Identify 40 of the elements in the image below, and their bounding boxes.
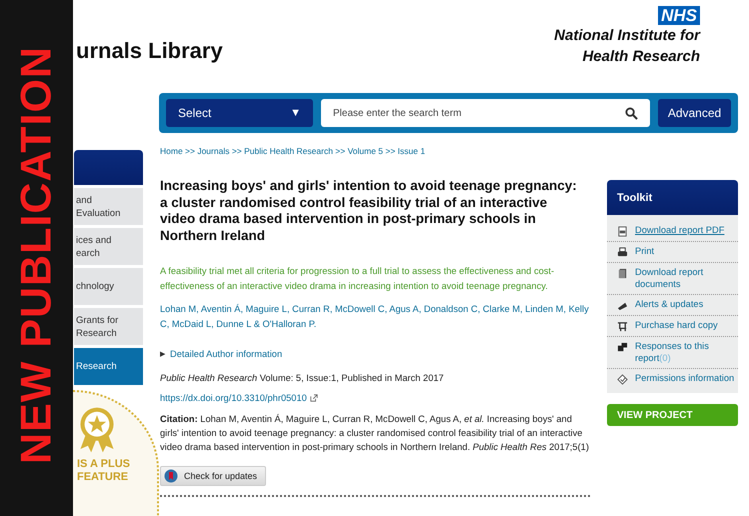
banner-text: NEW PUBLICATION bbox=[12, 46, 62, 464]
toolkit-link[interactable]: Purchase hard copy bbox=[635, 320, 718, 332]
document-icon bbox=[617, 268, 628, 279]
toolkit-link[interactable]: Alerts & updates bbox=[635, 299, 704, 310]
pdf-icon bbox=[617, 226, 628, 237]
article-title: Increasing boys' and girls' intention to avoid teenage pregnancy: a cluster randomised control feasibility trial of an interactive video drama based intervention in post-primary schools in Northern Ireland bbox=[160, 178, 578, 244]
organisation-name: National Institute for bbox=[554, 26, 700, 46]
search-icon[interactable] bbox=[625, 107, 638, 120]
citation: Citation: Lohan M, Aventin Á, Maguire L, Curran R, McDowell C, Agus A, et al. Increasing boys' and girls' intention to avoid teenage pregnancy: a cluster randomised control feasibility trial of an interactive video drama based intervention in post-primary schools in Northern Ireland. Public Health Res 2017;5(1) bbox=[160, 413, 590, 454]
external-link-icon bbox=[310, 394, 318, 402]
site-title[interactable]: urnals Library bbox=[76, 38, 223, 90]
organisation-name: Health Research bbox=[582, 47, 700, 67]
sidebar-item[interactable]: ices and earch bbox=[74, 228, 143, 265]
sidebar-item[interactable]: Research bbox=[74, 348, 143, 385]
doi-link[interactable]: https://dx.doi.org/10.3310/phr05010 bbox=[160, 393, 307, 403]
nhs-logo: NHS bbox=[658, 6, 700, 25]
article-summary: A feasibility trial met all criteria for progression to a full trial to assess the effectiveness and cost-effectiveness of an interactive video drama in increasing intention to avoid teenage pregnancy. bbox=[160, 265, 556, 293]
toolkit-link[interactable]: Download report PDF bbox=[635, 225, 724, 236]
view-project-button[interactable]: VIEW PROJECT bbox=[607, 404, 738, 426]
toolkit-link[interactable]: Print bbox=[635, 246, 654, 258]
advanced-search-button[interactable]: Advanced bbox=[658, 99, 731, 127]
check-updates-button[interactable]: Check for updates bbox=[160, 466, 266, 486]
sidebar-header bbox=[74, 150, 143, 185]
author-list: Lohan M, Aventin Á, Maguire L, Curran R, McDowell C, Agus A, Donaldson C, Clarke M, Linden M, Kelly C, McDaid L, Dunne L & O'Halloran P. bbox=[160, 302, 590, 332]
sidebar-item[interactable]: chnology bbox=[74, 268, 143, 305]
toolkit-link[interactable]: Download report documents bbox=[635, 267, 738, 290]
diamond-icon bbox=[617, 374, 628, 385]
printer-icon bbox=[617, 247, 628, 258]
publication-info: Public Health Research Volume: 5, Issue:1, Published in March 2017 bbox=[160, 373, 445, 383]
toolkit-header: Toolkit bbox=[607, 180, 738, 215]
sidebar-item[interactable]: Grants for Research bbox=[74, 308, 143, 345]
badge-text: IS A PLUS FEATURE bbox=[77, 458, 131, 484]
sidebar-item[interactable]: and Evaluation bbox=[74, 188, 143, 225]
search-field[interactable]: Please enter the search term bbox=[321, 99, 650, 127]
journal-select[interactable]: Select ▼ bbox=[166, 99, 313, 127]
toolkit-link[interactable]: Permissions information bbox=[635, 373, 734, 384]
bookmark-icon bbox=[164, 469, 178, 483]
breadcrumb[interactable]: Home >> Journals >> Public Health Research >> Volume 5 >> Issue 1 bbox=[160, 146, 590, 156]
toolkit-link[interactable]: Responses to this report(0) bbox=[635, 341, 738, 364]
speech-bubbles-icon bbox=[617, 342, 628, 353]
